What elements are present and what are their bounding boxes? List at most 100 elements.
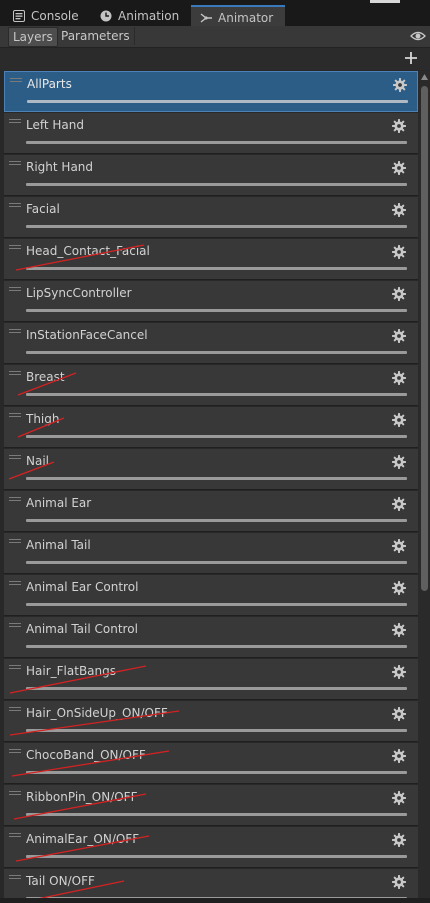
layer-row[interactable]: Facial bbox=[4, 197, 418, 238]
drag-handle-icon[interactable] bbox=[9, 119, 21, 125]
drag-handle-icon[interactable] bbox=[9, 497, 21, 503]
layer-weight-slider[interactable] bbox=[26, 771, 407, 774]
drag-handle-icon[interactable] bbox=[9, 581, 21, 587]
gear-icon[interactable] bbox=[392, 539, 406, 553]
drag-handle-icon[interactable] bbox=[9, 791, 21, 797]
gear-icon[interactable] bbox=[392, 707, 406, 721]
layer-row[interactable]: Left Hand bbox=[4, 113, 418, 154]
layer-row[interactable]: Animal Ear bbox=[4, 491, 418, 532]
layer-weight-slider[interactable] bbox=[26, 603, 407, 606]
layer-row[interactable]: ChocoBand_ON/OFF bbox=[4, 743, 418, 784]
layer-name: Facial bbox=[26, 202, 60, 216]
gear-icon[interactable] bbox=[392, 245, 406, 259]
gear-icon[interactable] bbox=[392, 119, 406, 133]
tab-animation[interactable]: Animation bbox=[99, 6, 179, 26]
gear-icon[interactable] bbox=[392, 287, 406, 301]
drag-handle-icon[interactable] bbox=[9, 833, 21, 839]
tab-console[interactable]: Console bbox=[12, 6, 79, 26]
layers-tab[interactable]: Layers bbox=[8, 27, 58, 47]
layer-weight-slider[interactable] bbox=[26, 519, 407, 522]
drag-handle-icon[interactable] bbox=[9, 707, 21, 713]
drag-handle-icon[interactable] bbox=[9, 161, 21, 167]
layer-weight-slider[interactable] bbox=[26, 225, 407, 228]
gear-icon[interactable] bbox=[392, 497, 406, 511]
layer-row[interactable]: AllParts bbox=[4, 71, 418, 112]
layer-row[interactable]: Hair_OnSideUp_ON/OFF bbox=[4, 701, 418, 742]
layer-weight-slider[interactable] bbox=[26, 813, 407, 816]
drag-handle-icon[interactable] bbox=[9, 245, 21, 251]
layer-weight-slider[interactable] bbox=[26, 351, 407, 354]
layer-name: Animal Ear bbox=[26, 496, 92, 510]
layer-name: Thigh bbox=[26, 412, 60, 426]
drag-handle-icon[interactable] bbox=[9, 371, 21, 377]
drag-handle-icon[interactable] bbox=[9, 749, 21, 755]
parameters-tab[interactable]: Parameters bbox=[57, 27, 135, 45]
plus-icon bbox=[405, 52, 417, 64]
layer-weight-slider[interactable] bbox=[27, 100, 408, 103]
drag-handle-icon[interactable] bbox=[9, 665, 21, 671]
drag-handle-icon[interactable] bbox=[9, 329, 21, 335]
gear-icon[interactable] bbox=[392, 623, 406, 637]
layer-row[interactable]: Hair_FlatBangs bbox=[4, 659, 418, 700]
scrollbar-thumb[interactable] bbox=[421, 86, 428, 591]
layer-weight-slider[interactable] bbox=[26, 561, 407, 564]
gear-icon[interactable] bbox=[392, 833, 406, 847]
add-layer-button[interactable] bbox=[402, 49, 420, 67]
layer-row[interactable]: Right Hand bbox=[4, 155, 418, 196]
layer-row[interactable]: Head_Contact_Facial bbox=[4, 239, 418, 280]
layer-row[interactable]: LipSyncController bbox=[4, 281, 418, 322]
drag-handle-icon[interactable] bbox=[10, 78, 22, 84]
gear-icon[interactable] bbox=[392, 749, 406, 763]
gear-icon[interactable] bbox=[392, 203, 406, 217]
drag-handle-icon[interactable] bbox=[9, 413, 21, 419]
eye-icon[interactable] bbox=[410, 29, 426, 43]
drag-handle-icon[interactable] bbox=[9, 623, 21, 629]
layer-row[interactable]: Animal Ear Control bbox=[4, 575, 418, 616]
layer-weight-slider[interactable] bbox=[26, 141, 407, 144]
drag-handle-icon[interactable] bbox=[9, 875, 21, 881]
tab-animator-label: Animator bbox=[218, 10, 274, 25]
animator-toolbar: Layers Parameters bbox=[0, 26, 430, 48]
gear-icon[interactable] bbox=[392, 665, 406, 679]
layer-weight-slider[interactable] bbox=[26, 477, 407, 480]
layer-row[interactable]: InStationFaceCancel bbox=[4, 323, 418, 364]
layer-weight-slider[interactable] bbox=[26, 393, 407, 396]
gear-icon[interactable] bbox=[392, 371, 406, 385]
drag-handle-icon[interactable] bbox=[9, 455, 21, 461]
layer-row[interactable]: AnimalEar_ON/OFF bbox=[4, 827, 418, 868]
layer-row[interactable]: Breast bbox=[4, 365, 418, 406]
drag-handle-icon[interactable] bbox=[9, 203, 21, 209]
drag-handle-icon[interactable] bbox=[9, 287, 21, 293]
layer-name: Left Hand bbox=[26, 118, 84, 132]
gear-icon[interactable] bbox=[392, 329, 406, 343]
layer-row[interactable]: Animal Tail bbox=[4, 533, 418, 574]
layer-row[interactable]: Tail ON/OFF bbox=[4, 869, 418, 898]
layer-name: Hair_OnSideUp_ON/OFF bbox=[26, 706, 168, 720]
layer-weight-slider[interactable] bbox=[26, 309, 407, 312]
layer-name: Breast bbox=[26, 370, 65, 384]
gear-icon[interactable] bbox=[392, 875, 406, 889]
layer-weight-slider[interactable] bbox=[26, 435, 407, 438]
layer-weight-slider[interactable] bbox=[26, 183, 407, 186]
layer-weight-slider[interactable] bbox=[26, 267, 407, 270]
gear-icon[interactable] bbox=[392, 791, 406, 805]
layer-weight-slider[interactable] bbox=[26, 729, 407, 732]
layer-name: Nail bbox=[26, 454, 49, 468]
gear-icon[interactable] bbox=[392, 455, 406, 469]
gear-icon[interactable] bbox=[392, 161, 406, 175]
layer-row[interactable]: Animal Tail Control bbox=[4, 617, 418, 658]
tab-animator[interactable]: Animator bbox=[191, 5, 286, 28]
gear-icon[interactable] bbox=[392, 581, 406, 595]
layer-weight-slider[interactable] bbox=[26, 645, 407, 648]
tab-animation-label: Animation bbox=[118, 9, 180, 23]
layer-row[interactable]: Nail bbox=[4, 449, 418, 490]
gear-icon[interactable] bbox=[393, 78, 407, 92]
scroll-up-arrow-icon[interactable] bbox=[420, 73, 429, 81]
layer-weight-slider[interactable] bbox=[26, 687, 407, 690]
layer-weight-slider[interactable] bbox=[26, 855, 407, 858]
drag-handle-icon[interactable] bbox=[9, 539, 21, 545]
gear-icon[interactable] bbox=[392, 413, 406, 427]
layer-row[interactable]: RibbonPin_ON/OFF bbox=[4, 785, 418, 826]
layer-list: AllParts Left Hand Right Hand Facial Head_Co… bbox=[4, 71, 418, 898]
layer-row[interactable]: Thigh bbox=[4, 407, 418, 448]
